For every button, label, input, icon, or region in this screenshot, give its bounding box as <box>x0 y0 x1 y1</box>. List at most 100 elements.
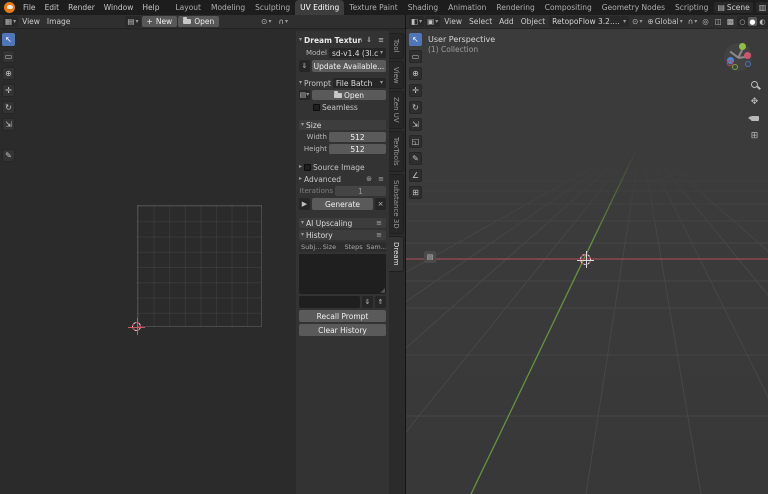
sidebar-tab-dream[interactable]: Dream <box>389 236 404 272</box>
workspace-tab-scripting[interactable]: Scripting <box>670 0 713 15</box>
vp-tool-cursor[interactable]: ⊕ <box>409 67 422 80</box>
advanced-section[interactable]: ▸ Advanced ⊛ ≡ <box>299 174 386 184</box>
viewport-editor-type-selector[interactable]: ◧ ▾ <box>409 16 425 27</box>
menu-window[interactable]: Window <box>100 2 138 13</box>
scene-selector[interactable]: ▤ Scene <box>714 2 753 13</box>
history-export-button[interactable]: ⇑ <box>375 296 386 308</box>
source-image-section[interactable]: ▸ Source Image <box>299 162 386 172</box>
uv-tool-cursor[interactable]: ⊕ <box>2 67 15 80</box>
shading-solid-button[interactable]: ● <box>747 17 757 26</box>
width-field[interactable]: 512 <box>329 132 386 142</box>
overlays-toggle[interactable]: ◫ <box>713 16 724 27</box>
vp-tool-select-box[interactable]: ▭ <box>409 50 422 63</box>
panel-menu-icon[interactable]: ≡ <box>376 34 386 46</box>
cancel-generate-button[interactable]: × <box>375 198 386 210</box>
history-col-subject[interactable]: Subj... <box>299 243 321 251</box>
workspace-tab-sculpting[interactable]: Sculpting <box>250 0 295 15</box>
shading-material-button[interactable]: ◐ <box>758 17 767 26</box>
workspace-tab-animation[interactable]: Animation <box>443 0 491 15</box>
vp-tool-move[interactable]: ✛ <box>409 84 422 97</box>
uv-editor-type-selector[interactable]: ▦ ▾ <box>3 16 19 27</box>
gear-icon[interactable]: ⊛ <box>364 174 374 184</box>
panel-header[interactable]: ▾ Dream Texture ⇓ ≡ <box>299 34 386 46</box>
uv-tool-move[interactable]: ✛ <box>2 84 15 97</box>
orientation-dropdown[interactable]: ⊕ Global ▾ <box>645 16 684 27</box>
history-list[interactable]: ◢ <box>299 254 386 294</box>
vp-tool-tweak[interactable]: ↖ <box>409 33 422 46</box>
menu-edit[interactable]: Edit <box>41 2 64 13</box>
hidden-panel-button[interactable]: ▤ <box>424 251 436 263</box>
retopoflow-menu[interactable]: RetopoFlow 3.2.5 (self) ▾ <box>549 16 630 27</box>
sidebar-tab-substance-3d[interactable]: Substance 3D <box>389 173 404 235</box>
view-layer-selector[interactable]: ▥ View Layer <box>755 2 768 13</box>
ortho-toggle-button[interactable]: ⊞ <box>749 130 760 141</box>
vp-tool-transform[interactable]: ◱ <box>409 135 422 148</box>
uv-menu-view[interactable]: View <box>19 17 43 26</box>
image-browse-selector[interactable]: ▤ ▾ <box>125 16 141 27</box>
mode-selector[interactable]: ▣ ▾ <box>425 16 441 27</box>
advanced-menu-icon[interactable]: ≡ <box>376 174 386 184</box>
clear-history-button[interactable]: Clear History <box>299 324 386 336</box>
workspace-tab-rendering[interactable]: Rendering <box>491 0 539 15</box>
update-available-button[interactable]: Update Available... <box>312 60 386 72</box>
play-button[interactable]: ▶ <box>299 198 310 210</box>
resize-grip-icon[interactable]: ◢ <box>380 287 385 294</box>
uv-tool-select-box[interactable]: ▭ <box>2 50 15 63</box>
uv-tool-tweak[interactable]: ↖ <box>2 33 15 46</box>
history-col-sampler[interactable]: Sam... <box>364 243 386 251</box>
snap-dropdown[interactable]: ∩ ▾ <box>686 16 700 27</box>
menu-render[interactable]: Render <box>64 2 99 13</box>
camera-view-button[interactable] <box>747 113 760 124</box>
sidebar-tab-textools[interactable]: TexTools <box>389 130 404 172</box>
download-model-icon[interactable]: ⇓ <box>364 34 374 46</box>
history-col-size[interactable]: Size <box>321 243 343 251</box>
history-menu-icon[interactable]: ≡ <box>374 230 384 240</box>
seamless-checkbox[interactable] <box>313 103 320 111</box>
sidebar-tab-view[interactable]: View <box>389 60 404 90</box>
source-image-checkbox[interactable] <box>304 163 312 171</box>
pivot-point-dropdown[interactable]: ⊙ ▾ <box>259 16 273 27</box>
uv-menu-image[interactable]: Image <box>44 17 74 26</box>
shading-wireframe-button[interactable]: ○ <box>738 17 747 26</box>
import-model-button[interactable]: ⇓ <box>299 60 310 72</box>
vp-tool-scale[interactable]: ⇲ <box>409 118 422 131</box>
zoom-button[interactable] <box>749 79 760 90</box>
gizmo-x-dot[interactable] <box>744 52 751 59</box>
workspace-tab-compositing[interactable]: Compositing <box>540 0 597 15</box>
new-image-button[interactable]: + New <box>141 16 178 27</box>
history-prompt-input[interactable] <box>299 296 360 308</box>
workspace-tab-texture-paint[interactable]: Texture Paint <box>344 0 402 15</box>
menu-file[interactable]: File <box>19 2 40 13</box>
uv-tool-scale[interactable]: ⇲ <box>2 118 15 131</box>
uv-editor-canvas[interactable]: ↖ ▭ ⊕ ✛ ↻ ⇲ ✎ ▾ Dream Texture ⇓ ≡ Model … <box>0 29 405 494</box>
history-col-steps[interactable]: Steps <box>343 243 365 251</box>
sidebar-tab-zen-uv[interactable]: Zen UV <box>389 91 404 129</box>
workspace-tab-modeling[interactable]: Modeling <box>206 0 250 15</box>
pan-button[interactable]: ✥ <box>749 96 760 107</box>
vp-tool-annotate[interactable]: ✎ <box>409 152 422 165</box>
prompt-mode-dropdown[interactable]: File Batch ▾ <box>332 78 386 88</box>
open-image-button[interactable]: Open <box>178 16 220 27</box>
history-import-button[interactable]: ⇓ <box>362 296 373 308</box>
vp-menu-select[interactable]: Select <box>466 17 495 26</box>
sidebar-tab-tool[interactable]: Tool <box>389 33 404 59</box>
blender-logo-icon[interactable] <box>4 2 15 13</box>
navigation-gizmo[interactable] <box>724 43 752 71</box>
generate-button[interactable]: Generate <box>312 198 373 210</box>
snap-dropdown[interactable]: ∩ ▾ <box>276 16 290 27</box>
recall-prompt-button[interactable]: Recall Prompt <box>299 310 386 322</box>
vp-tool-measure[interactable]: ∠ <box>409 169 422 182</box>
workspace-tab-uv-editing[interactable]: UV Editing <box>295 0 345 15</box>
xray-toggle[interactable]: ▩ <box>725 16 736 27</box>
viewport-3d[interactable]: User Perspective (1) Collection ↖ ▭ ⊕ ✛ … <box>406 29 768 494</box>
workspace-tab-shading[interactable]: Shading <box>403 0 443 15</box>
open-file-button[interactable]: Open <box>312 90 386 100</box>
proportional-edit-toggle[interactable]: ◎ <box>700 16 711 27</box>
size-section-header[interactable]: ▾ Size <box>299 120 386 130</box>
vp-tool-rotate[interactable]: ↻ <box>409 101 422 114</box>
model-dropdown[interactable]: sd-v1.4 (3l.ck ▾ <box>329 48 386 58</box>
uv-tool-rotate[interactable]: ↻ <box>2 101 15 114</box>
vp-menu-object[interactable]: Object <box>518 17 548 26</box>
gizmo-z-neg-dot[interactable] <box>745 61 751 67</box>
vp-tool-add-cube[interactable]: ⊞ <box>409 186 422 199</box>
